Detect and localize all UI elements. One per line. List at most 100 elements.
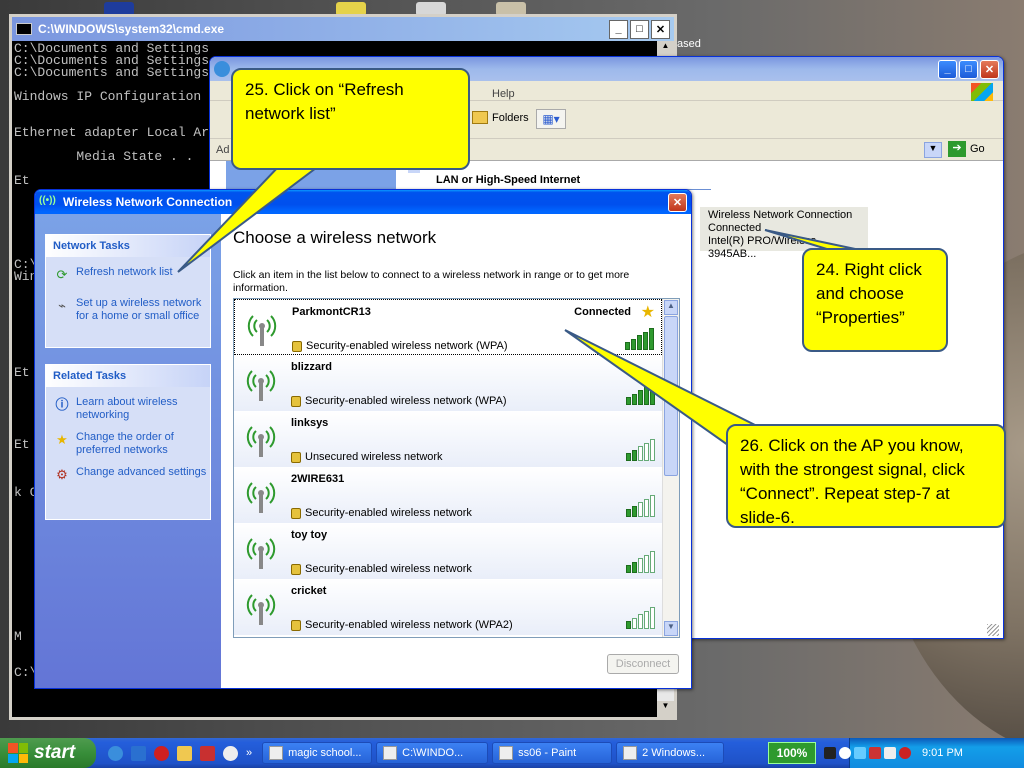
group-header: LAN or High-Speed Internet — [436, 174, 581, 186]
wireless-antenna-icon — [246, 482, 276, 513]
wireless-titlebar[interactable]: ((•)) Wireless Network Connection ✕ — [35, 190, 691, 214]
related-tasks-box: Related Tasks ⓘ Learn about wireless net… — [45, 364, 211, 520]
network-tasks-box: Network Tasks ⟳ Refresh network list ⌁ S… — [45, 234, 211, 348]
folders-button[interactable]: Folders — [472, 111, 529, 124]
instructions: Click an item in the list below to conne… — [233, 269, 630, 294]
callout-25: 25. Click on “Refresh network list” — [231, 68, 470, 170]
arrow-icon[interactable] — [839, 747, 851, 759]
network-item[interactable]: linksys Unsecured wireless network — [234, 411, 662, 467]
taskbar-app-icon — [269, 746, 284, 760]
scroll-down-icon[interactable]: ▼ — [664, 621, 678, 636]
change-advanced-link[interactable]: ⚙ Change advanced settings — [46, 466, 210, 481]
cmd-titlebar[interactable]: C:\WINDOWS\system32\cmd.exe _ □ ✕ — [12, 17, 674, 41]
connection-name: Wireless Network Connection — [708, 209, 853, 221]
zoom-indicator[interactable]: 100% — [768, 742, 816, 764]
network-item[interactable]: 2WIRE631 Security-enabled wireless networ… — [234, 467, 662, 523]
clock: 9:01 PM — [922, 747, 963, 759]
lock-icon — [291, 507, 301, 519]
lock-icon — [292, 340, 302, 352]
wireless-connection-item[interactable]: Wireless Network Connection Connected In… — [700, 207, 868, 260]
shield-icon[interactable] — [899, 747, 911, 759]
folder-icon[interactable] — [177, 745, 192, 761]
lock-icon — [291, 395, 301, 407]
views-button[interactable]: ▦▾ — [536, 109, 566, 129]
wireless-antenna-icon — [246, 370, 276, 401]
learn-wireless-link[interactable]: ⓘ Learn about wireless networking — [46, 396, 210, 422]
windows-flag-icon — [8, 743, 28, 763]
scrollbar-thumb[interactable] — [664, 316, 678, 476]
wireless-antenna-icon — [246, 426, 276, 457]
go-arrow-icon: ➔ — [948, 141, 966, 157]
disconnect-button[interactable]: Disconnect — [607, 654, 679, 674]
refresh-icon: ⟳ — [56, 266, 68, 282]
signal-strength-icon — [626, 439, 656, 461]
lock-icon — [291, 619, 301, 631]
setup-network-icon: ⌁ — [58, 297, 66, 313]
refresh-network-list-link[interactable]: ⟳ Refresh network list — [46, 266, 210, 282]
signal-strength-icon — [626, 551, 656, 573]
minimize-button[interactable]: _ — [938, 59, 957, 79]
security-icon[interactable] — [869, 747, 881, 759]
power-icon[interactable] — [824, 747, 836, 759]
change-order-link[interactable]: ★ Change the order of preferred networks — [46, 431, 210, 457]
folders-label: Folders — [492, 111, 529, 124]
ie-icon[interactable] — [108, 745, 123, 761]
address-dropdown-icon[interactable]: ▼ — [924, 142, 942, 158]
chevron-icon[interactable]: » — [246, 747, 252, 759]
maximize-button[interactable]: □ — [959, 59, 978, 79]
taskbar-item[interactable]: C:\WINDO... — [376, 742, 489, 764]
scroll-up-icon[interactable]: ▲ — [657, 41, 674, 57]
taskbar-app-icon — [383, 746, 398, 760]
network-list-scrollbar[interactable]: ▲ ▼ — [662, 299, 679, 637]
wireless-title: Wireless Network Connection — [63, 195, 233, 209]
system-tray: 100% 9:01 PM — [768, 738, 1024, 768]
network-security: Security-enabled wireless network (WPA) — [292, 340, 508, 352]
signal-strength-icon — [626, 383, 656, 405]
network-item[interactable]: ParkmontCR13 Connected ★ Security-enabled w… — [234, 299, 662, 355]
network-security: Security-enabled wireless network (WPA) — [291, 395, 507, 407]
scroll-down-icon[interactable]: ▼ — [657, 701, 674, 717]
network-item[interactable]: blizzard Security-enabled wireless networ… — [234, 355, 662, 411]
network-tray-icon[interactable] — [854, 747, 866, 759]
close-button[interactable]: ✕ — [980, 59, 999, 79]
go-label: Go — [970, 143, 985, 155]
minimize-button[interactable]: _ — [609, 19, 628, 39]
network-list[interactable]: ParkmontCR13 Connected ★ Security-enabled w… — [233, 298, 680, 638]
app-icon[interactable] — [131, 745, 146, 761]
network-name: linksys — [291, 417, 329, 429]
wireless-dialog[interactable]: ((•)) Wireless Network Connection ✕ Netw… — [34, 189, 692, 689]
network-item[interactable]: cricket Security-enabled wireless network… — [234, 579, 662, 635]
scroll-up-icon[interactable]: ▲ — [664, 300, 678, 315]
taskbar-item[interactable]: ss06 - Paint — [492, 742, 613, 764]
page-title: Choose a wireless network — [233, 228, 437, 247]
setup-wireless-link[interactable]: ⌁ Set up a wireless network for a home o… — [46, 297, 210, 323]
go-button[interactable]: ➔ Go — [948, 141, 985, 157]
info-icon: ⓘ — [55, 396, 69, 412]
quick-launch: » — [108, 745, 252, 761]
app-icon[interactable] — [154, 745, 169, 761]
resize-grip[interactable] — [987, 624, 999, 636]
taskbar-item[interactable]: 2 Windows... — [616, 742, 725, 764]
callout-24: 24. Right click and choose “Properties” — [802, 248, 948, 352]
app-icon[interactable] — [200, 745, 215, 761]
signal-strength-icon — [626, 607, 656, 629]
network-item[interactable]: toy toy Security-enabled wireless network — [234, 523, 662, 579]
network-status: Connected — [574, 306, 631, 318]
lock-icon — [291, 563, 301, 575]
taskbar-item[interactable]: magic school... — [262, 742, 373, 764]
menu-help[interactable]: Help — [492, 88, 515, 100]
wireless-icon: ((•)) — [39, 195, 56, 206]
network-security: Unsecured wireless network — [291, 451, 443, 463]
close-button[interactable]: ✕ — [651, 19, 670, 39]
signal-strength-icon — [625, 328, 655, 350]
close-button[interactable]: ✕ — [668, 192, 687, 212]
app-icon[interactable] — [223, 745, 238, 761]
network-security: Security-enabled wireless network — [291, 507, 472, 519]
taskbar-app-icon — [499, 746, 514, 760]
app-tray-icon[interactable] — [884, 747, 896, 759]
network-security: Security-enabled wireless network — [291, 563, 472, 575]
network-name: cricket — [291, 585, 327, 597]
maximize-button[interactable]: □ — [630, 19, 649, 39]
start-button[interactable]: start — [0, 738, 96, 768]
desktop: ased C:\WINDOWS\system32\cmd.exe _ □ ✕ C… — [0, 0, 1024, 738]
